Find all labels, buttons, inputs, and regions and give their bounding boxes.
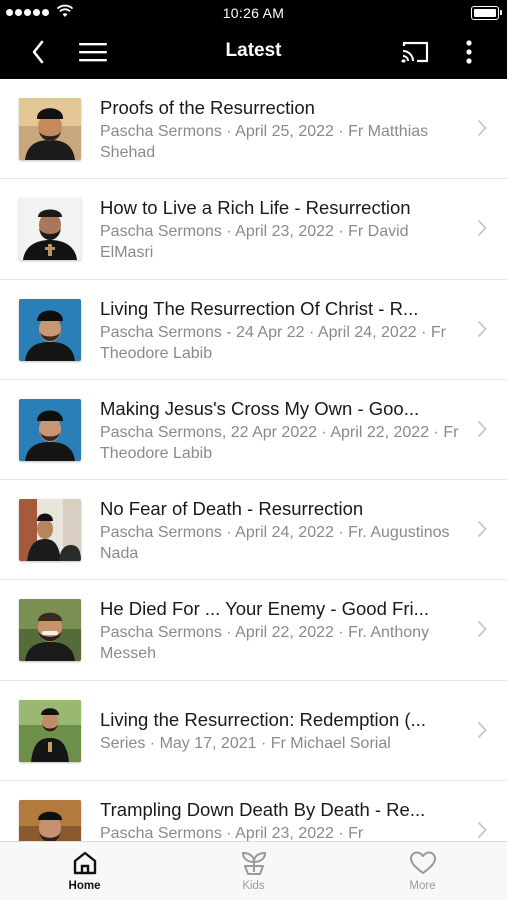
item-title: He Died For ... Your Enemy - Good Fri... (100, 598, 430, 620)
item-subtitle: Pascha Sermons · April 22, 2022 · Fr. An… (100, 624, 430, 663)
chevron-right-icon (477, 721, 487, 738)
item-subtitle: Pascha Sermons · April 23, 2022 · Fr (100, 825, 364, 841)
chevron-right-icon (477, 119, 487, 137)
speaker-photo (19, 198, 81, 261)
item-subtitle: Pascha Sermons, 22 Apr 2022 · April 22, … (100, 423, 459, 462)
chevron-right-icon (477, 320, 487, 337)
tab-kids[interactable]: Kids (169, 842, 338, 900)
speaker-photo (19, 398, 81, 461)
more-options-button[interactable] (451, 34, 487, 70)
sprout-icon (241, 851, 266, 875)
chevron-right-icon (477, 420, 487, 438)
tab-label: Home (68, 880, 101, 892)
status-bar: 10:26 AM (0, 0, 507, 26)
item-title: Proofs of the Resurrection (100, 97, 315, 118)
item-subtitle: Pascha Sermons · April 25, 2022 · Fr Mat… (100, 123, 429, 161)
tab-home[interactable]: Home (0, 842, 169, 900)
item-title: Living the Resurrection: Redemption (... (100, 708, 426, 730)
item-subtitle: Pascha Sermons · April 23, 2022 · Fr Dav… (100, 223, 409, 262)
list-item[interactable]: Making Jesus's Cross My Own - Goo... Pas… (0, 379, 507, 481)
tab-more[interactable]: More (338, 842, 507, 900)
item-subtitle: Pascha Sermons · April 24, 2022 · Fr. Au… (100, 524, 450, 563)
tab-label: More (409, 880, 436, 892)
speaker-photo (19, 298, 81, 361)
item-title: Making Jesus's Cross My Own - Goo... (100, 397, 420, 419)
chevron-right-icon (477, 821, 487, 839)
item-title: Living The Resurrection Of Christ - R... (100, 297, 419, 319)
more-vertical-icon (466, 40, 472, 64)
list-item[interactable]: Living The Resurrection Of Christ - R...… (0, 279, 507, 380)
speaker-photo (19, 98, 81, 160)
speaker-photo (19, 499, 81, 562)
chevron-right-icon (477, 220, 487, 237)
list-item[interactable]: No Fear of Death - Resurrection Pascha S… (0, 480, 507, 581)
list-item[interactable]: Trampling Down Death By Death - Re... Pa… (0, 781, 507, 841)
tab-bar: Home Kids More (0, 841, 507, 900)
speaker-photo (19, 699, 81, 762)
speaker-photo (19, 599, 81, 662)
cast-icon (401, 41, 429, 63)
speaker-photo (19, 800, 81, 841)
home-icon (73, 851, 96, 875)
tab-label: Kids (242, 880, 265, 892)
status-time: 10:26 AM (222, 5, 285, 21)
item-subtitle: Series · May 17, 2021 · Fr Michael Soria… (100, 734, 391, 752)
sermon-list: Proofs of the Resurrection Pascha Sermon… (0, 79, 507, 841)
nav-bar: Latest (0, 26, 507, 79)
item-title: No Fear of Death - Resurrection (100, 498, 364, 520)
item-subtitle: Pascha Sermons - 24 Apr 22 · April 24, 2… (100, 323, 446, 362)
list-item[interactable]: How to Live a Rich Life - Resurrection P… (0, 179, 507, 280)
heart-icon (409, 851, 436, 874)
item-title: How to Live a Rich Life - Resurrection (100, 197, 411, 219)
list-item[interactable]: Living the Resurrection: Redemption (...… (0, 680, 507, 782)
list-item[interactable]: He Died For ... Your Enemy - Good Fri...… (0, 580, 507, 681)
battery-icon (471, 6, 502, 20)
chevron-right-icon (477, 521, 487, 538)
cast-button[interactable] (397, 34, 433, 70)
list-item[interactable]: Proofs of the Resurrection Pascha Sermon… (0, 79, 507, 180)
item-title: Trampling Down Death By Death - Re... (100, 799, 426, 821)
chevron-right-icon (477, 621, 487, 638)
